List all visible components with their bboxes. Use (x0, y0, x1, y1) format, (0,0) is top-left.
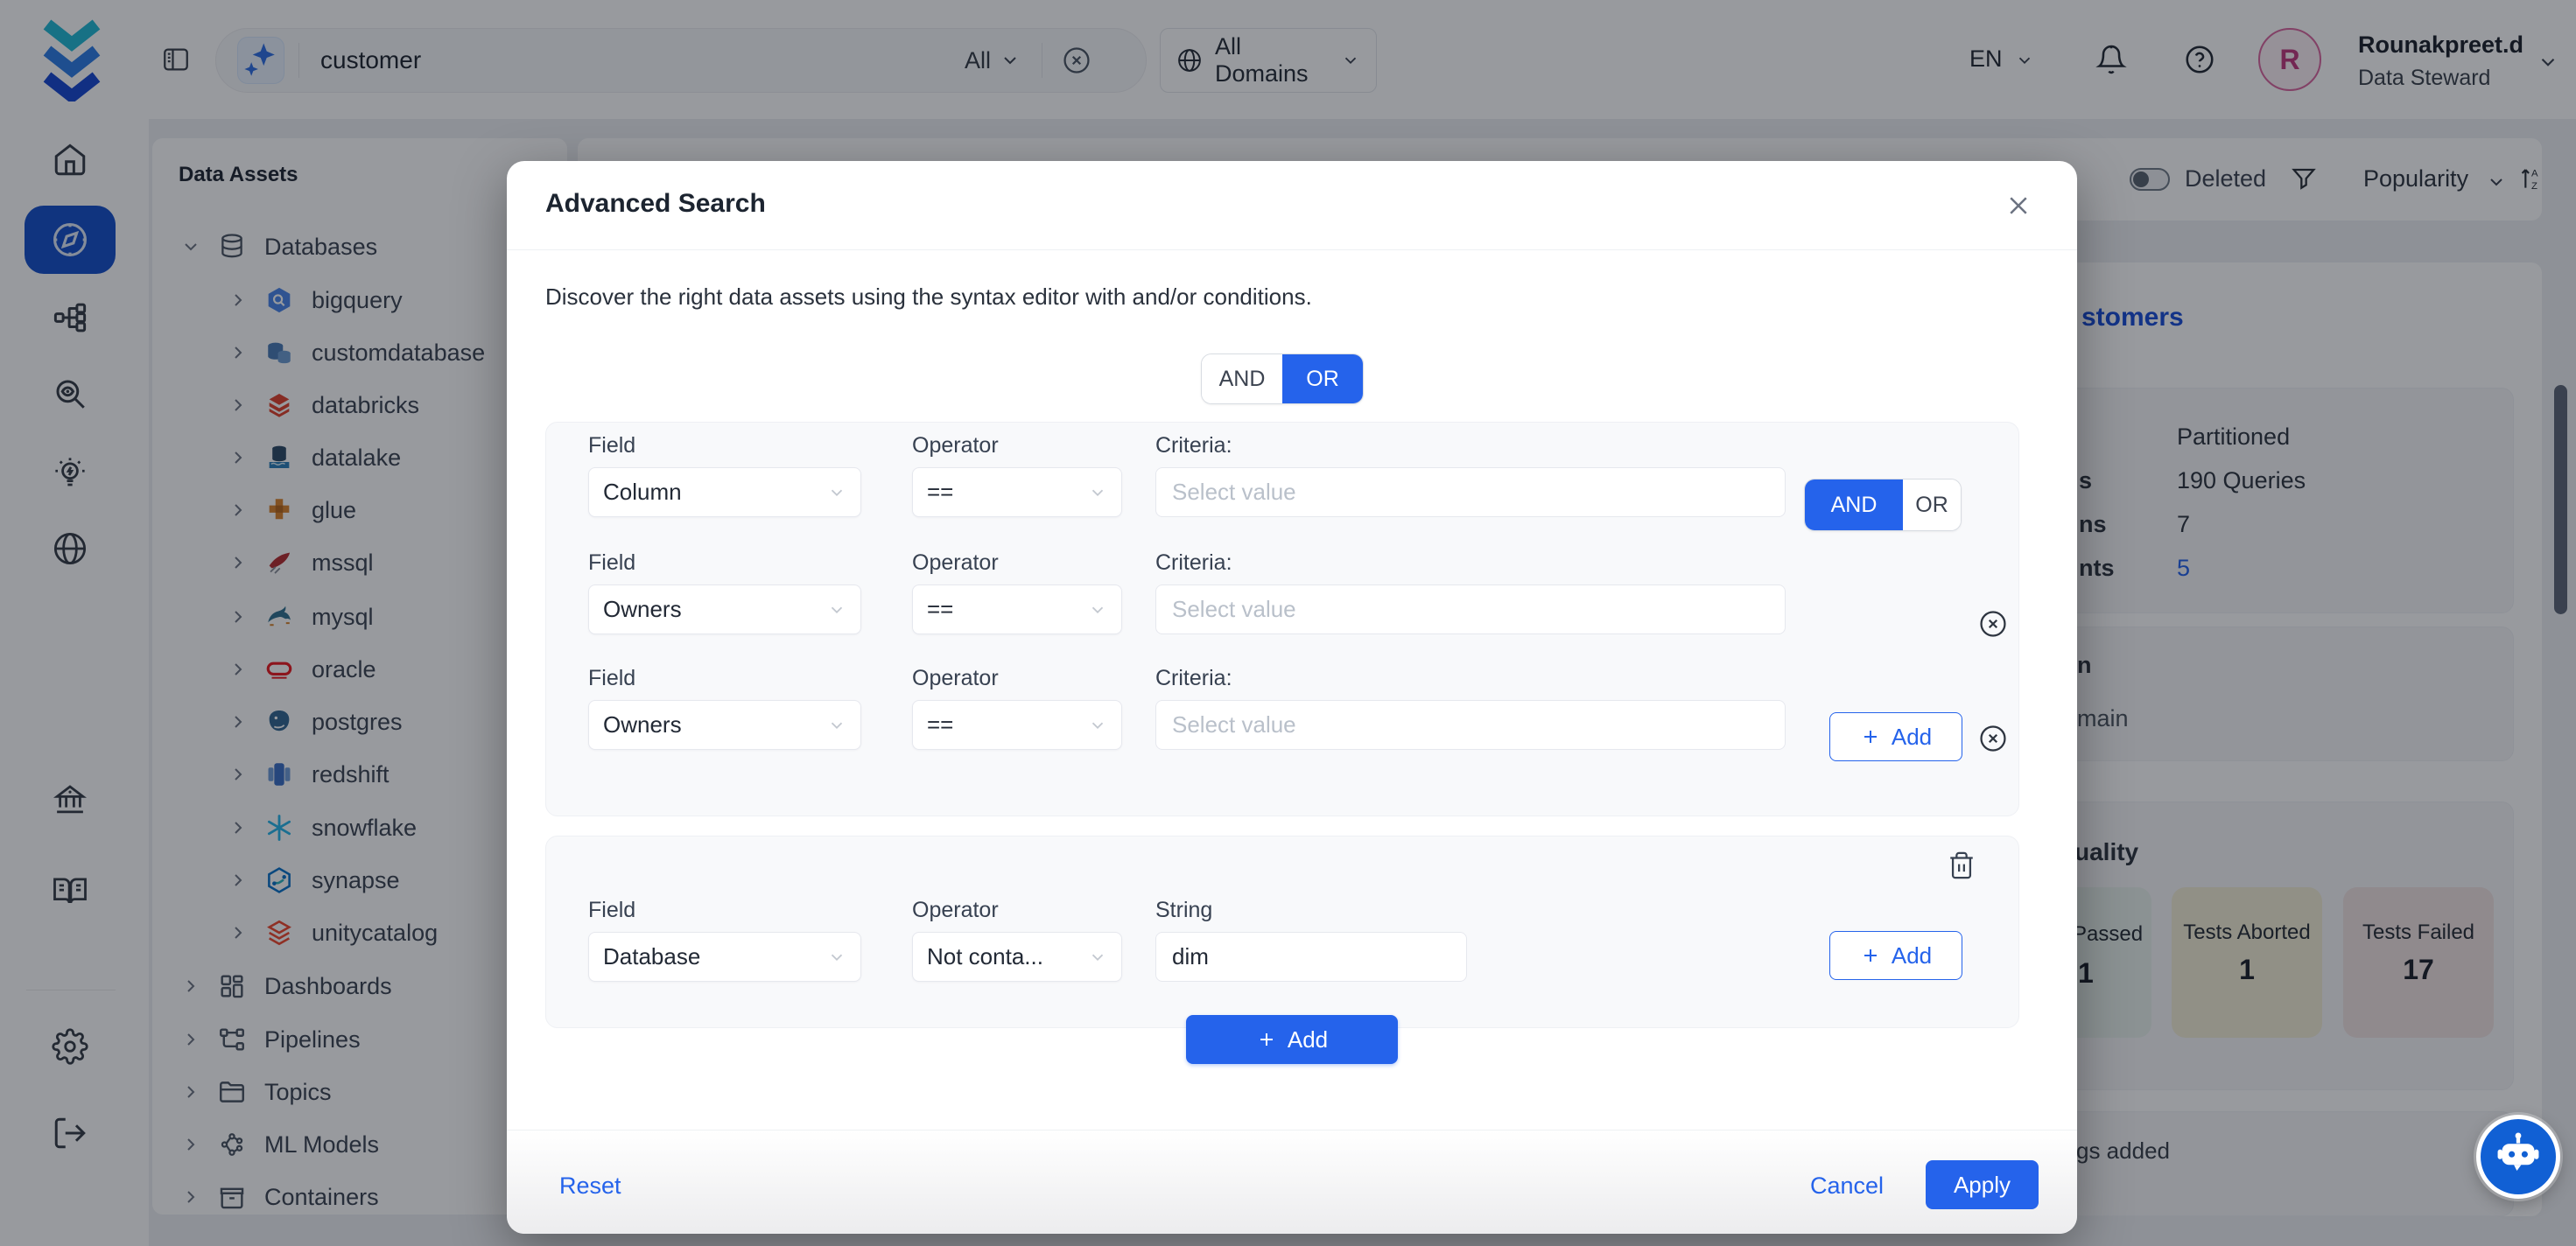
robot-icon (2486, 1124, 2551, 1189)
chevron-down-icon (1088, 600, 1107, 620)
plus-icon (1860, 945, 1881, 966)
remove-condition-icon[interactable] (1978, 724, 2008, 753)
criteria-input[interactable] (1155, 467, 1786, 517)
operator-select[interactable]: == (912, 584, 1122, 634)
field-select[interactable]: Owners (588, 584, 861, 634)
or-toggle-button[interactable]: OR (1903, 480, 1961, 530)
condition-group-2: Field Database Operator Not conta... Str… (545, 836, 2019, 1028)
chevron-down-icon (1088, 948, 1107, 967)
field-label: Field (588, 433, 861, 458)
apply-button[interactable]: Apply (1926, 1160, 2039, 1209)
operator-label: Operator (912, 666, 1122, 691)
advanced-search-modal: Advanced Search Discover the right data … (507, 161, 2077, 1234)
add-label: Add (1892, 724, 1932, 751)
select-value: == (927, 479, 953, 506)
add-label: Add (1892, 942, 1932, 970)
chevron-down-icon (827, 483, 846, 502)
cancel-button[interactable]: Cancel (1810, 1172, 1884, 1200)
select-value: Owners (603, 596, 682, 623)
select-value: Owners (603, 711, 682, 738)
app-root: All All Domains EN R Rounakpreet.d Data … (0, 0, 2576, 1246)
select-value: == (927, 711, 953, 738)
field-label: Field (588, 550, 861, 576)
string-input[interactable] (1155, 932, 1467, 982)
trash-icon[interactable] (1947, 850, 1976, 880)
add-condition-button[interactable]: Add (1829, 931, 1962, 980)
modal-title: Advanced Search (545, 189, 766, 219)
operator-select[interactable]: Not conta... (912, 932, 1122, 982)
plus-icon (1860, 726, 1881, 747)
and-toggle-button[interactable]: AND (1202, 354, 1282, 403)
operator-select[interactable]: == (912, 700, 1122, 750)
criteria-input[interactable] (1155, 584, 1786, 634)
field-label: Field (588, 666, 861, 691)
modal-description: Discover the right data assets using the… (545, 284, 1312, 311)
reset-button[interactable]: Reset (559, 1172, 621, 1200)
add-group-button[interactable]: Add (1186, 1015, 1398, 1064)
criteria-label: Criteria: (1155, 666, 1786, 691)
close-icon[interactable] (2005, 192, 2032, 219)
field-select[interactable]: Database (588, 932, 861, 982)
field-select[interactable]: Column (588, 467, 861, 517)
criteria-label: Criteria: (1155, 433, 1786, 458)
field-select[interactable]: Owners (588, 700, 861, 750)
chevron-down-icon (1088, 483, 1107, 502)
modal-footer: Reset Cancel Apply (507, 1130, 2077, 1234)
and-toggle-button[interactable]: AND (1805, 480, 1903, 530)
select-value: Column (603, 479, 682, 506)
add-condition-button[interactable]: Add (1829, 712, 1962, 761)
chatbot-button[interactable] (2476, 1115, 2560, 1199)
remove-condition-icon[interactable] (1978, 609, 2008, 639)
or-toggle-button[interactable]: OR (1282, 354, 1363, 403)
row-logic-toggle: AND OR (1804, 479, 1962, 531)
add-label: Add (1288, 1026, 1328, 1054)
plus-icon (1256, 1029, 1277, 1050)
condition-group-1: Field Column Operator == Criteria: AND O… (545, 422, 2019, 816)
chevron-down-icon (827, 716, 846, 735)
field-label: Field (588, 898, 861, 923)
select-value: Not conta... (927, 943, 1043, 970)
criteria-input[interactable] (1155, 700, 1786, 750)
chevron-down-icon (827, 600, 846, 620)
select-value: Database (603, 943, 700, 970)
chevron-down-icon (1088, 716, 1107, 735)
group-logic-toggle: AND OR (1201, 354, 1364, 404)
criteria-label: Criteria: (1155, 550, 1786, 576)
chevron-down-icon (827, 948, 846, 967)
operator-label: Operator (912, 433, 1122, 458)
operator-select[interactable]: == (912, 467, 1122, 517)
operator-label: Operator (912, 898, 1122, 923)
select-value: == (927, 596, 953, 623)
divider (507, 249, 2077, 250)
operator-label: Operator (912, 550, 1122, 576)
string-label: String (1155, 898, 1467, 923)
